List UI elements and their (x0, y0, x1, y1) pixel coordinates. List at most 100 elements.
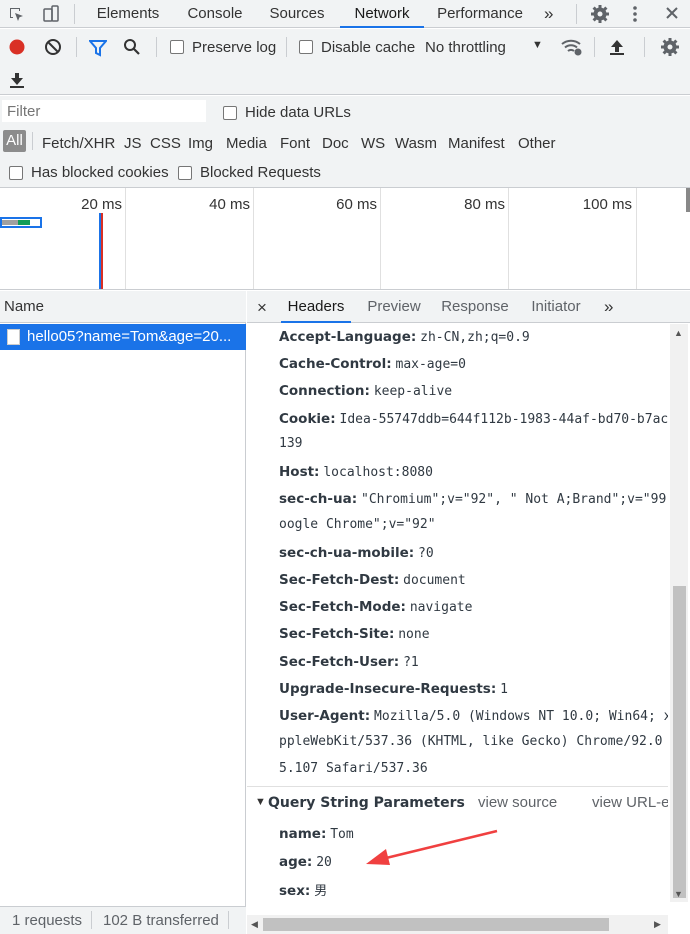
timeline-gridline (508, 188, 509, 289)
scroll-down-arrow-icon[interactable]: ▼ (674, 889, 683, 899)
toolbar-divider (286, 37, 287, 57)
record-icon[interactable] (8, 38, 26, 60)
filter-type-js[interactable]: JS (124, 135, 142, 152)
blocked-requests-checkbox[interactable] (178, 166, 192, 180)
horizontal-scrollbar[interactable]: ◀ ▶ (247, 915, 668, 934)
more-tabs-icon[interactable]: » (544, 5, 553, 22)
network-overview-timeline[interactable]: 20 ms 40 ms 60 ms 80 ms 100 ms (0, 188, 690, 290)
tab-preview[interactable]: Preview (361, 291, 427, 323)
toolbar-divider (156, 37, 157, 57)
timeline-tick-label: 80 ms (464, 196, 505, 213)
filter-type-fetch-xhr[interactable]: Fetch/XHR (42, 135, 115, 152)
column-header-name[interactable]: Name (0, 291, 246, 323)
network-conditions-wifi-icon[interactable] (561, 38, 583, 60)
filter-type-media[interactable]: Media (226, 135, 267, 152)
scroll-left-arrow-icon[interactable]: ◀ (251, 919, 258, 930)
timeline-gridline (253, 188, 254, 289)
filter-input[interactable] (2, 100, 206, 122)
filter-type-manifest[interactable]: Manifest (448, 135, 505, 152)
header-row: Connection: keep-alive (279, 383, 453, 399)
query-string-section-title[interactable]: Query String Parameters (268, 795, 465, 811)
filter-type-other[interactable]: Other (518, 135, 556, 152)
tab-sources[interactable]: Sources (264, 0, 330, 28)
tab-initiator[interactable]: Initiator (523, 291, 589, 323)
timeline-tick-label: 60 ms (336, 196, 377, 213)
timeline-tick-label: 100 ms (582, 196, 632, 213)
devtools-tab-bar: Elements Console Sources Network Perform… (0, 0, 690, 28)
disable-cache-checkbox[interactable] (299, 40, 313, 54)
request-row[interactable]: hello05?name=Tom&age=20... (0, 324, 246, 350)
header-row: Sec-Fetch-Site: none (279, 626, 430, 642)
kebab-menu-icon[interactable] (630, 5, 640, 27)
scroll-right-arrow-icon[interactable]: ▶ (654, 919, 661, 930)
blocked-requests-label: Blocked Requests (200, 164, 321, 181)
filter-funnel-icon[interactable] (87, 39, 109, 61)
tab-elements[interactable]: Elements (89, 0, 167, 28)
toolbar-divider (76, 37, 77, 57)
close-details-icon[interactable]: × (257, 299, 267, 316)
request-count: 1 requests (12, 912, 83, 929)
filter-type-all[interactable]: All (3, 130, 26, 152)
annotation-arrow-icon (366, 829, 498, 865)
preserve-log-label: Preserve log (192, 39, 277, 56)
timeline-gridline (380, 188, 381, 289)
disable-cache-label: Disable cache (321, 39, 416, 56)
hide-data-urls-checkbox[interactable] (223, 106, 237, 120)
has-blocked-cookies-checkbox[interactable] (9, 166, 23, 180)
overview-scroll-handle[interactable] (686, 188, 690, 212)
close-devtools-icon[interactable] (664, 5, 680, 25)
header-row: sec-ch-ua-mobile: ?0 (279, 545, 434, 561)
throttling-select[interactable]: No throttling (425, 39, 506, 56)
settings-gear-icon[interactable] (590, 4, 610, 28)
scroll-up-arrow-icon[interactable]: ▲ (674, 328, 683, 338)
throttling-dropdown-icon[interactable]: ▼ (532, 40, 543, 51)
query-param-row: sex: 男 (279, 883, 328, 899)
timeline-gridline (125, 188, 126, 289)
header-row: Accept-Language: zh-CN,zh;q=0.9 (279, 329, 530, 345)
timeline-tick-label: 20 ms (81, 196, 122, 213)
filter-type-font[interactable]: Font (280, 135, 310, 152)
filter-type-img[interactable]: Img (188, 135, 213, 152)
header-row-continuation: 139 (279, 436, 303, 451)
tab-network[interactable]: Network (340, 0, 424, 28)
header-row-continuation: 5.107 Safari/537.36 (279, 761, 428, 776)
view-source-link[interactable]: view source (478, 794, 557, 811)
inspect-element-icon[interactable] (8, 6, 26, 28)
vertical-scroll-thumb[interactable] (673, 586, 686, 898)
filter-type-css[interactable]: CSS (150, 135, 181, 152)
more-detail-tabs-icon[interactable]: » (604, 298, 613, 315)
preserve-log-checkbox[interactable] (170, 40, 184, 54)
tab-performance[interactable]: Performance (434, 0, 526, 28)
vertical-scrollbar[interactable]: ▲ ▼ (670, 324, 688, 902)
network-toolbar: Preserve log Disable cache No throttling… (0, 29, 690, 95)
header-row: Upgrade-Insecure-Requests: 1 (279, 681, 508, 697)
search-icon[interactable] (123, 38, 141, 60)
export-har-icon[interactable] (9, 71, 25, 93)
device-toolbar-icon[interactable] (42, 5, 60, 27)
toolbar-divider (644, 37, 645, 57)
filter-type-ws[interactable]: WS (361, 135, 385, 152)
tab-response[interactable]: Response (437, 291, 513, 323)
clear-icon[interactable] (44, 38, 62, 60)
header-row: User-Agent: Mozilla/5.0 (Windows NT 10.0… (279, 708, 668, 724)
view-url-encoded-link[interactable]: view URL-en (592, 794, 668, 811)
tab-headers[interactable]: Headers (281, 291, 351, 323)
document-icon (7, 329, 20, 345)
filter-type-wasm[interactable]: Wasm (395, 135, 437, 152)
network-settings-gear-icon[interactable] (660, 37, 680, 61)
horizontal-scroll-thumb[interactable] (263, 918, 609, 931)
header-row: Sec-Fetch-Mode: navigate (279, 599, 473, 615)
header-row: Sec-Fetch-Dest: document (279, 572, 466, 588)
header-row-continuation: oogle Chrome";v="92" (279, 517, 436, 532)
status-bar: 1 requests 102 B transferred (0, 906, 246, 934)
section-collapse-triangle-icon[interactable]: ▼ (255, 796, 266, 808)
timeline-tick-label: 40 ms (209, 196, 250, 213)
load-event-marker (101, 213, 103, 289)
filter-type-doc[interactable]: Doc (322, 135, 349, 152)
status-divider (91, 911, 92, 929)
has-blocked-cookies-label: Has blocked cookies (31, 164, 169, 181)
tab-console[interactable]: Console (180, 0, 250, 28)
import-har-icon[interactable] (609, 38, 625, 60)
timeline-gridline (636, 188, 637, 289)
request-list: Name hello05?name=Tom&age=20... (0, 291, 246, 906)
